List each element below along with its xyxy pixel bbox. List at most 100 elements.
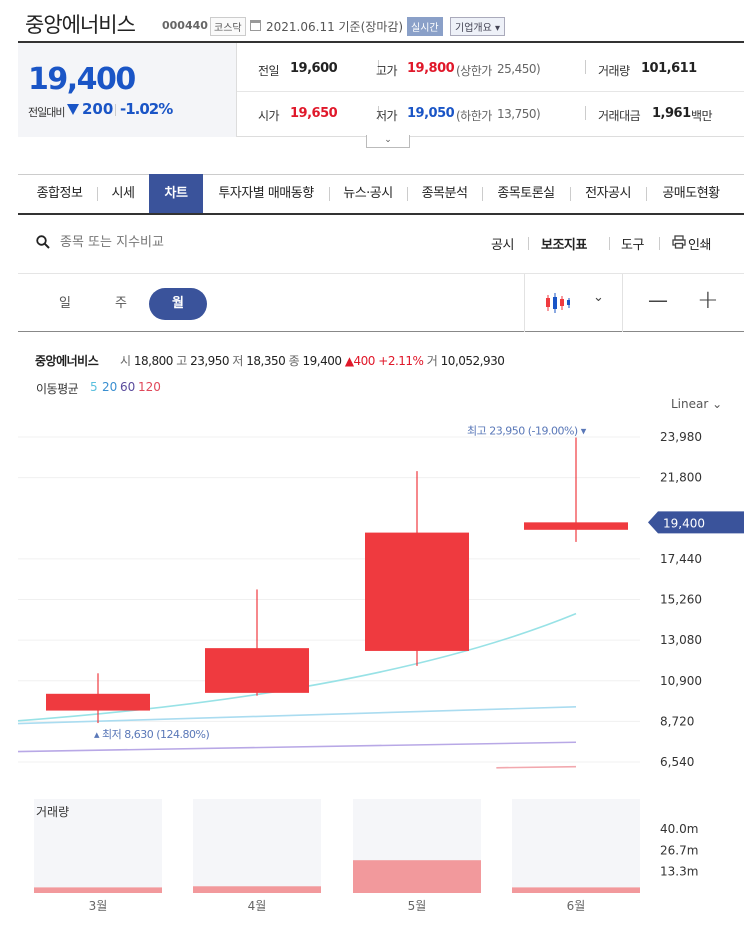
upper-limit-value: 25,450) [497, 62, 541, 76]
chart-stock-name: 중앙에너비스 [35, 354, 99, 368]
x-tick-label: 5월 [408, 899, 427, 913]
down-arrow-icon [67, 104, 79, 115]
expand-button[interactable]: ⌄ [366, 135, 410, 148]
scale-label: Linear [671, 397, 709, 411]
indicators-button[interactable]: 보조지표 [541, 234, 587, 253]
prev-close-label: 전일 [258, 64, 280, 78]
ohlc-info: 시 18,800 고 23,950 저 18,350 종 19,400 ▲400… [120, 352, 505, 369]
volume-y-tick: 13.3m [660, 865, 698, 879]
ohlc-close: 19,400 [302, 354, 342, 368]
volume-column-bg [512, 799, 640, 893]
current-price-label: 19,400 [663, 516, 705, 530]
candle-body [205, 648, 309, 693]
y-tick-label: 8,720 [660, 714, 694, 728]
y-tick-label: 23,980 [660, 430, 702, 444]
volume-column-bg [193, 799, 321, 893]
chart-type-dropdown[interactable]: ⌄ [593, 290, 604, 305]
live-badge[interactable]: 실시간 [407, 17, 443, 36]
x-tick-label: 6월 [567, 899, 586, 913]
tab-quote[interactable]: 시세 [97, 174, 149, 213]
min-annotation: ▴ 최저 8,630 (124.80%) [94, 728, 209, 741]
ohlc-low: 18,350 [246, 354, 286, 368]
volume-chart[interactable]: 3월 4월 5월 6월 거래량 40.0m 26.7m 13.3m [0, 790, 744, 925]
lower-limit-label: (하한가 [456, 109, 492, 123]
tools-button[interactable]: 도구 [621, 234, 644, 253]
candle-body [46, 693, 150, 711]
ohlc-change-pct: +2.11% [378, 354, 424, 368]
current-price: 19,400 [28, 62, 136, 97]
stock-name: 중앙에너비스 [25, 13, 136, 37]
trading-value-label: 거래대금 [598, 109, 641, 123]
candle-body [524, 522, 628, 530]
ohlc-open: 18,800 [133, 354, 174, 368]
disclosure-button[interactable]: 공시 [491, 234, 514, 253]
market-badge: 코스닥 [210, 17, 246, 36]
y-tick-label: 6,540 [660, 755, 694, 769]
scale-dropdown[interactable]: Linear ⌄ [671, 397, 722, 411]
ma-20[interactable]: 20 [102, 380, 117, 394]
ma-line-120 [496, 765, 577, 769]
volume-value: 101,611 [641, 61, 697, 76]
x-tick-label: 4월 [248, 899, 267, 913]
row-divider [237, 91, 744, 92]
period-month[interactable]: 월 [149, 288, 207, 320]
change-label: 전일대비 [28, 106, 65, 119]
zoom-in-button[interactable]: + [697, 285, 719, 315]
upper-limit-label: (상한가 [456, 64, 492, 78]
volume-y-tick: 26.7m [660, 843, 698, 857]
volume-bar [193, 886, 321, 893]
ma-label: 이동평균 [36, 382, 79, 396]
printer-icon [672, 235, 686, 249]
tab-short-selling[interactable]: 공매도현황 [646, 174, 736, 213]
ohlc-close-label: 종 [288, 354, 300, 368]
period-day[interactable]: 일 [36, 288, 94, 320]
volume-bar [34, 887, 162, 893]
company-overview-dropdown[interactable]: 기업개요 ▾ [450, 17, 505, 36]
open-label: 시가 [258, 109, 280, 123]
tab-overview[interactable]: 종합정보 [22, 174, 97, 213]
y-tick-label: 15,260 [660, 593, 702, 607]
ohlc-high: 23,950 [190, 354, 230, 368]
y-tick-label: 10,900 [660, 674, 702, 688]
ma-5[interactable]: 5 [90, 380, 98, 394]
change-value: 200 [82, 100, 114, 118]
tab-investor-trading[interactable]: 투자자별 매매동향 [203, 174, 329, 213]
ohlc-low-label: 저 [232, 354, 243, 368]
tab-chart[interactable]: 차트 [149, 174, 203, 213]
ohlc-high-label: 고 [176, 354, 187, 368]
ohlc-volume: 10,052,930 [440, 354, 505, 368]
search-input[interactable] [60, 232, 360, 252]
candle-body [365, 532, 469, 651]
tab-discussion[interactable]: 종목토론실 [482, 174, 570, 213]
chevron-down-icon: ⌄ [712, 397, 723, 411]
candlestick-type-icon[interactable] [545, 292, 571, 314]
ma-120[interactable]: 120 [138, 380, 161, 394]
period-week[interactable]: 주 [92, 288, 150, 320]
tab-analysis[interactable]: 종목분석 [407, 174, 482, 213]
ohlc-volume-label: 거 [426, 354, 438, 368]
stock-header: 중앙에너비스 000440 코스닥 2021.06.11 기준(장마감) 실시간… [0, 0, 744, 40]
print-button[interactable]: 인쇄 [688, 234, 711, 253]
stock-code: 000440 [162, 19, 208, 32]
high-value: 19,800 [407, 61, 455, 76]
y-tick-label: 17,440 [660, 552, 702, 566]
y-tick-label: 21,800 [660, 471, 702, 485]
ohlc-open-label: 시 [120, 354, 131, 368]
change-percent: -1.02% [120, 100, 173, 118]
base-date: 2021.06.11 기준(장마감) [266, 20, 404, 34]
tab-disclosure[interactable]: 전자공시 [570, 174, 646, 213]
divider [115, 104, 116, 116]
ma-60[interactable]: 60 [120, 380, 135, 394]
price-chart[interactable]: 23,980 21,800 17,440 15,260 13,080 10,900 8,72… [0, 410, 744, 785]
zoom-out-button[interactable]: — [648, 288, 668, 312]
search-icon [36, 235, 50, 249]
prev-close-value: 19,600 [290, 61, 338, 76]
volume-bar [512, 887, 640, 893]
calendar-icon [250, 20, 261, 31]
open-value: 19,650 [290, 106, 338, 121]
tab-news[interactable]: 뉴스·공시 [329, 174, 407, 213]
volume-label: 거래량 [598, 64, 630, 78]
volume-bar [353, 860, 481, 893]
ohlc-change: ▲400 [344, 354, 376, 368]
low-value: 19,050 [407, 106, 455, 121]
